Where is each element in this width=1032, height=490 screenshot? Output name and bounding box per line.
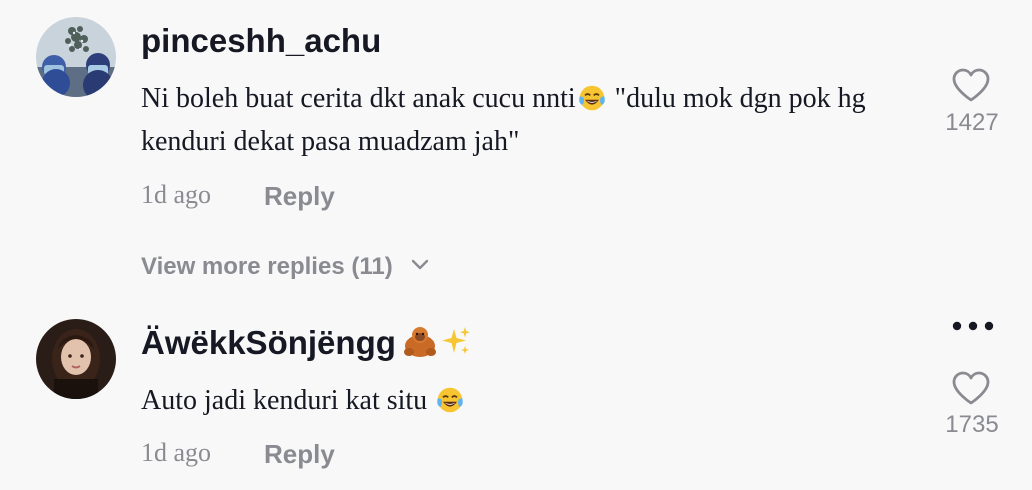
avatar-image (36, 17, 116, 97)
reply-button[interactable]: Reply (264, 181, 335, 212)
more-options-icon[interactable] (950, 318, 996, 334)
view-more-replies-button[interactable]: View more replies (11) (141, 253, 429, 281)
comment-item: ÄwëkkSönjëngg Auto jadi kenduri kat situ… (0, 300, 1032, 490)
comment-text: Ni boleh buat cerita dkt anak cucu nnti … (141, 77, 901, 163)
view-more-replies-label: View more replies (11) (141, 253, 393, 280)
avatar[interactable] (36, 17, 116, 97)
username[interactable]: ÄwëkkSönjëngg (141, 324, 472, 366)
chevron-down-icon (411, 259, 428, 270)
face-with-tears-of-joy-icon (578, 85, 605, 111)
comment-text-part: Ni boleh buat cerita dkt anak cucu nnti (141, 83, 576, 114)
orangutan-icon (403, 327, 436, 358)
username-text: ÄwëkkSönjëngg (141, 324, 396, 361)
like-count: 1427 (945, 109, 999, 136)
comment-text-part: Auto jadi kenduri kat situ (141, 385, 435, 416)
avatar-image (36, 319, 116, 399)
heart-icon[interactable] (951, 370, 991, 406)
sparkles-icon (441, 327, 470, 355)
like-count: 1735 (945, 411, 999, 438)
username[interactable]: pinceshh_achu (141, 22, 381, 60)
reply-button[interactable]: Reply (264, 439, 335, 470)
avatar[interactable] (36, 319, 116, 399)
comment-item: pinceshh_achu Ni boleh buat cerita dkt a… (0, 0, 1032, 300)
face-with-tears-of-joy-icon (437, 387, 463, 413)
comment-timestamp: 1d ago (141, 438, 212, 467)
comment-text: Auto jadi kenduri kat situ (141, 379, 901, 422)
heart-icon[interactable] (951, 67, 991, 103)
comment-timestamp: 1d ago (141, 180, 212, 209)
